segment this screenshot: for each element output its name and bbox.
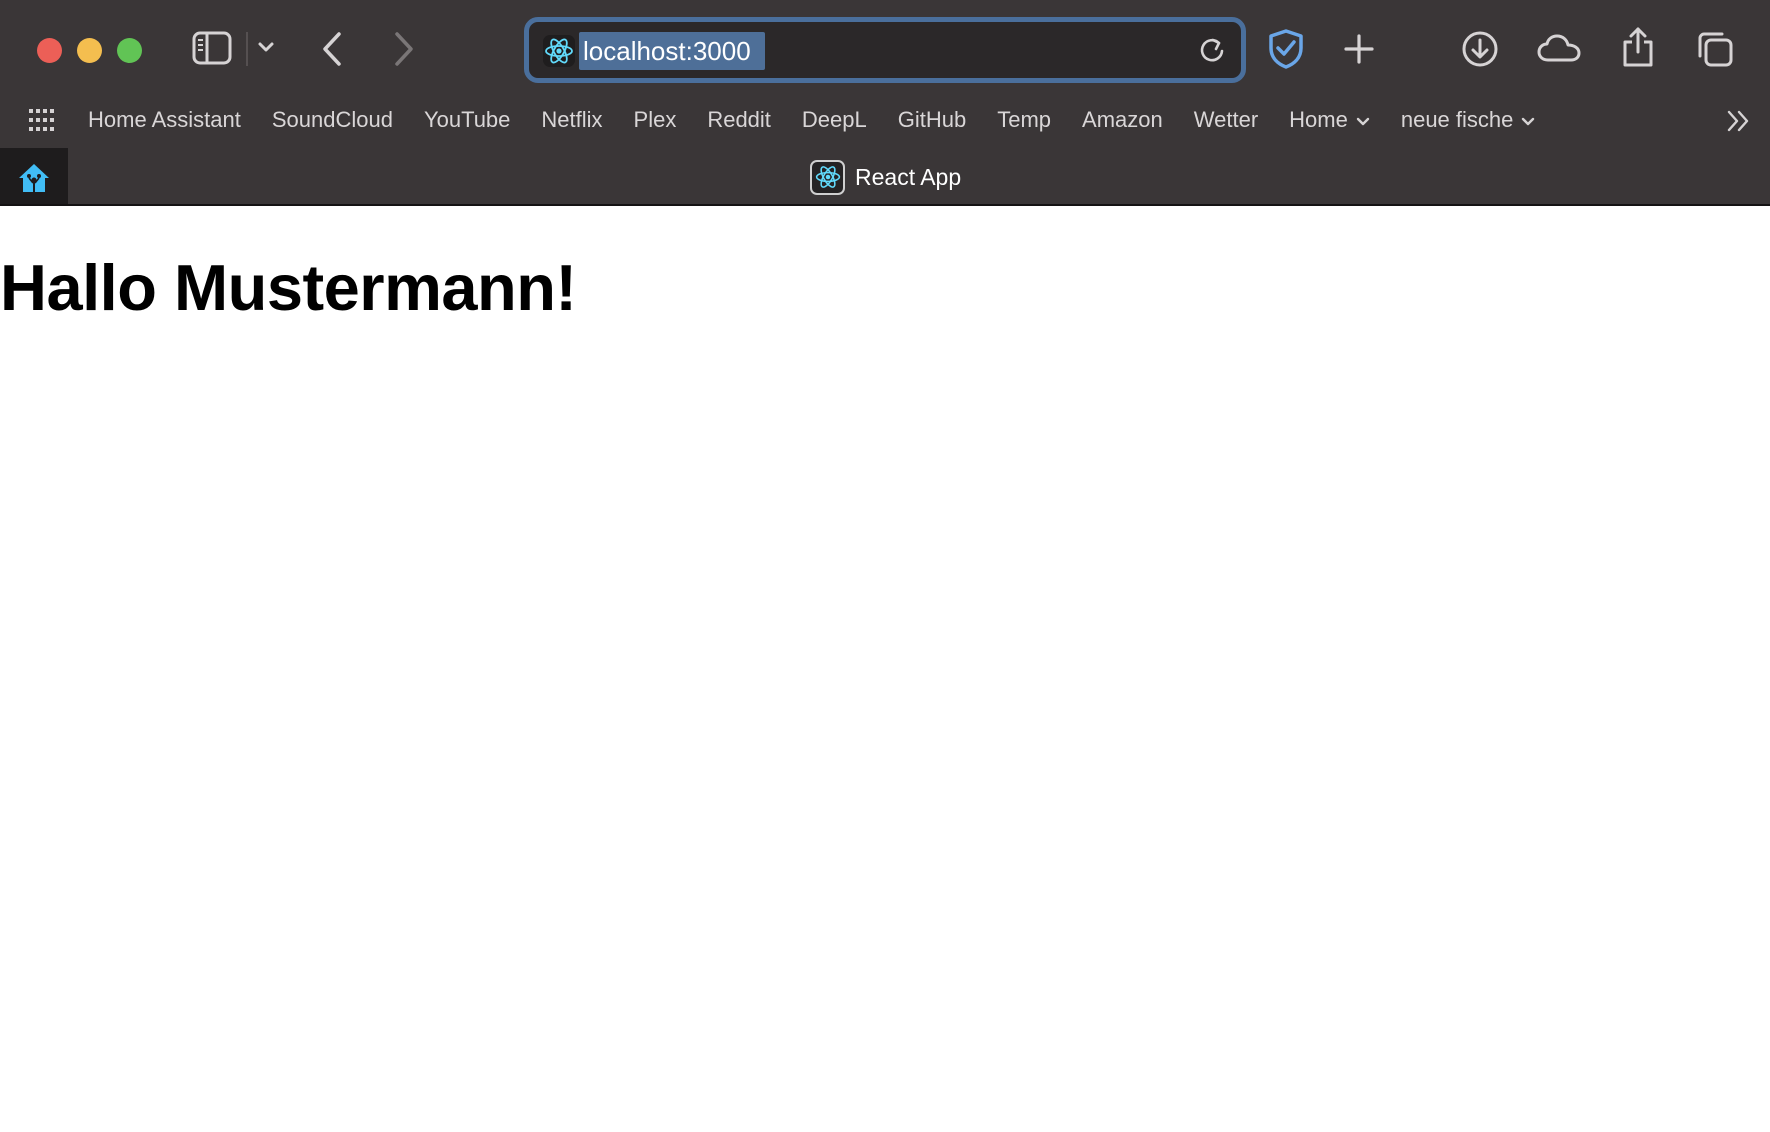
bookmarks-bar: Home Assistant SoundCloud YouTube Netfli… xyxy=(0,100,1770,140)
bookmark-netflix[interactable]: Netflix xyxy=(541,107,602,133)
bookmark-folder-home[interactable]: Home xyxy=(1289,107,1370,133)
chevron-down-icon xyxy=(1521,107,1535,133)
react-favicon-icon xyxy=(543,35,575,67)
home-assistant-icon xyxy=(19,164,49,192)
bookmark-deepl[interactable]: DeepL xyxy=(802,107,867,133)
react-favicon-icon xyxy=(810,159,845,195)
reload-icon[interactable] xyxy=(1197,35,1227,70)
share-icon[interactable] xyxy=(1621,26,1655,68)
back-button-chevron-left-icon[interactable] xyxy=(320,30,344,68)
bookmark-wetter[interactable]: Wetter xyxy=(1194,107,1258,133)
bookmark-plex[interactable]: Plex xyxy=(634,107,677,133)
bookmark-folder-label: neue fische xyxy=(1400,107,1514,132)
more-bookmarks-chevron-icon[interactable] xyxy=(1726,108,1752,139)
sidebar-toggle-icon[interactable] xyxy=(192,31,232,65)
apps-grid-icon[interactable] xyxy=(28,108,56,137)
browser-toolbar xyxy=(0,0,1770,100)
icloud-tabs-cloud-icon[interactable] xyxy=(1537,33,1581,63)
url-input[interactable] xyxy=(579,32,765,70)
bookmark-youtube[interactable]: YouTube xyxy=(424,107,510,133)
maximize-window-button[interactable] xyxy=(117,38,142,63)
forward-button-chevron-right-icon[interactable] xyxy=(392,30,416,68)
page-heading: Hallo Mustermann! xyxy=(0,251,577,324)
page-content: Hallo Mustermann! xyxy=(0,206,1770,1132)
bookmark-github[interactable]: GitHub xyxy=(898,107,966,133)
downloads-icon[interactable] xyxy=(1461,30,1499,68)
minimize-window-button[interactable] xyxy=(77,38,102,63)
bookmark-folder-neue-fische[interactable]: neue fische xyxy=(1401,107,1536,133)
active-tab[interactable]: React App xyxy=(810,158,961,196)
bookmark-amazon[interactable]: Amazon xyxy=(1082,107,1163,133)
pinned-tab-home-assistant[interactable] xyxy=(0,148,68,205)
chevron-down-icon xyxy=(1356,107,1370,133)
bookmarks-list: Home Assistant SoundCloud YouTube Netfli… xyxy=(88,100,1566,140)
toolbar-divider xyxy=(246,32,248,66)
new-tab-plus-icon[interactable] xyxy=(1342,32,1376,66)
bookmark-folder-label: Home xyxy=(1289,107,1348,132)
browser-chrome: Home Assistant SoundCloud YouTube Netfli… xyxy=(0,0,1770,206)
tab-groups-chevron-down-icon[interactable] xyxy=(257,40,275,54)
close-window-button[interactable] xyxy=(37,38,62,63)
bookmark-reddit[interactable]: Reddit xyxy=(707,107,771,133)
tab-overview-icon[interactable] xyxy=(1696,30,1734,68)
address-bar[interactable] xyxy=(524,17,1246,83)
tab-bar: React App xyxy=(0,148,1770,205)
bookmark-home-assistant[interactable]: Home Assistant xyxy=(88,107,241,133)
bookmark-soundcloud[interactable]: SoundCloud xyxy=(272,107,393,133)
tab-title: React App xyxy=(855,163,962,190)
privacy-shield-icon[interactable] xyxy=(1266,28,1306,70)
bookmark-temp[interactable]: Temp xyxy=(997,107,1051,133)
